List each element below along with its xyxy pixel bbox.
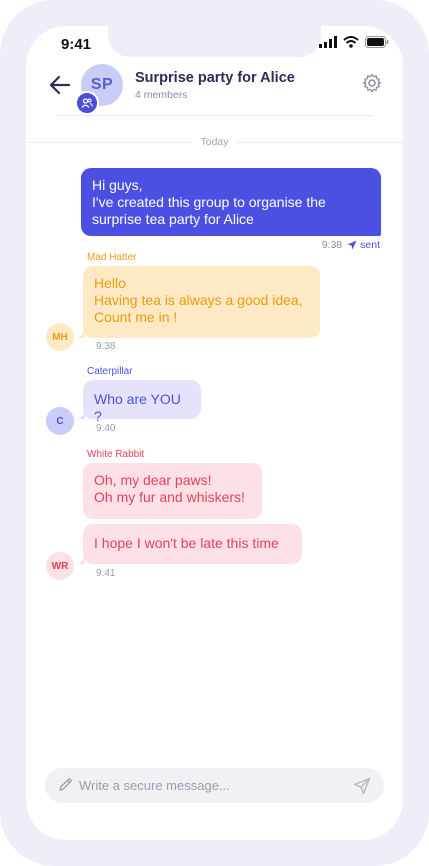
outgoing-meta: 9:38 sent <box>322 239 380 251</box>
message-line: Oh, my dear paws! <box>94 472 212 488</box>
send-icon[interactable] <box>353 777 371 795</box>
message-input[interactable] <box>79 768 339 803</box>
group-icon <box>75 91 99 115</box>
message-time: 9:38 <box>321 239 343 251</box>
chat-screen: 9:41 SP Surprise party for Alice 4 membe… <box>26 26 403 840</box>
message-time: 9:41 <box>96 568 116 579</box>
message-composer <box>45 768 384 803</box>
delivery-status: sent <box>347 239 380 251</box>
battery-icon <box>365 36 389 48</box>
chat-title[interactable]: Surprise party for Alice <box>135 70 295 86</box>
bubble-tail <box>77 556 85 564</box>
notch <box>108 26 321 57</box>
outgoing-message[interactable]: Hi guys, I've created this group to orga… <box>81 168 381 236</box>
incoming-message[interactable]: Hello Having tea is always a good idea, … <box>83 266 320 338</box>
sender-name: White Rabbit <box>87 449 145 460</box>
message-line: Hi guys, <box>92 177 143 193</box>
arrow-left-icon[interactable] <box>47 72 73 98</box>
avatar[interactable]: C <box>46 407 74 435</box>
wifi-icon <box>343 36 359 48</box>
message-time: 9:38 <box>96 341 116 352</box>
gear-icon[interactable] <box>362 73 382 93</box>
header-divider <box>56 115 373 116</box>
message-line: Hello <box>94 275 126 291</box>
status-time: 9:41 <box>61 36 92 53</box>
avatar[interactable]: WR <box>46 552 74 580</box>
message-time: 9:40 <box>96 423 116 434</box>
message-line: Having tea is always a good idea, <box>94 292 303 308</box>
bubble-tail <box>77 411 85 419</box>
status-icons <box>319 36 389 48</box>
message-line: Who are YOU ? <box>94 391 181 424</box>
message-line: Oh my fur and whiskers! <box>94 489 245 505</box>
chat-header: SP Surprise party for Alice 4 members <box>26 60 403 116</box>
incoming-message[interactable]: Who are YOU ? <box>83 380 201 424</box>
day-separator: Today <box>26 136 403 148</box>
signal-icon <box>319 36 337 48</box>
message-line: Count me in ! <box>94 309 178 325</box>
day-separator-label: Today <box>200 136 229 148</box>
send-arrow-icon <box>347 240 357 250</box>
sender-name: Mad Hatter <box>87 252 137 263</box>
delivery-status-label: sent <box>360 239 380 251</box>
sender-name: Caterpillar <box>87 366 133 377</box>
message-line: I've created this group to organise the <box>92 194 326 210</box>
incoming-message[interactable]: Oh, my dear paws! Oh my fur and whiskers… <box>83 463 262 519</box>
member-count: 4 members <box>135 89 188 101</box>
avatar[interactable]: MH <box>46 323 74 351</box>
pencil-icon <box>59 778 72 791</box>
message-line: surprise tea party for Alice <box>92 211 254 227</box>
incoming-message[interactable]: I hope I won't be late this time <box>83 524 302 564</box>
phone-frame: 9:41 SP Surprise party for Alice 4 membe… <box>0 0 429 866</box>
bubble-tail <box>77 330 85 338</box>
message-line: I hope I won't be late this time <box>94 535 279 551</box>
